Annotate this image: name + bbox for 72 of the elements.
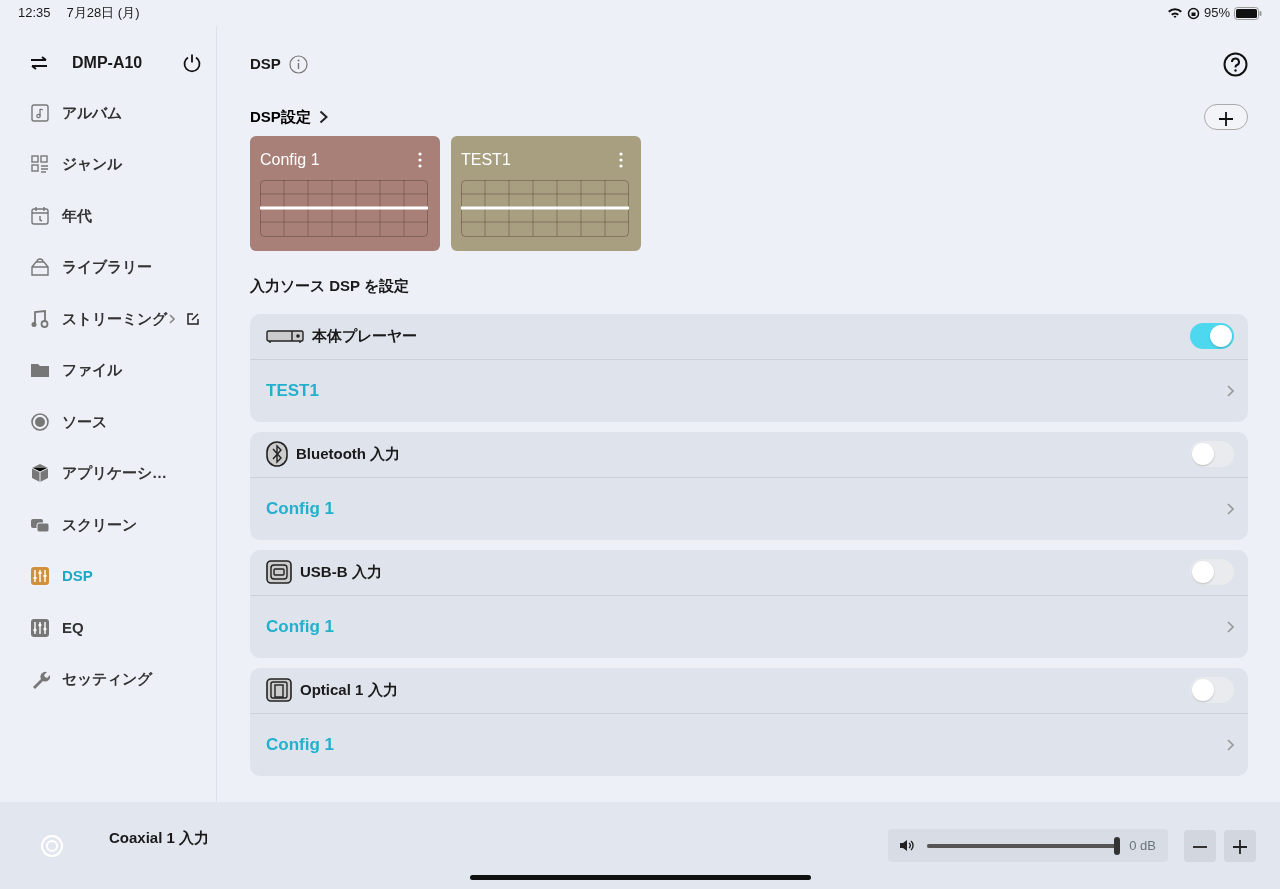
edit-icon[interactable] [186,311,200,326]
add-button[interactable] [1204,104,1248,130]
source-name: Bluetooth 入力 [296,443,401,464]
chevron-right-icon[interactable] [318,110,328,124]
sidebar-item[interactable]: EQ [30,602,200,654]
sidebar-item[interactable]: アプリケーシ… [30,447,200,499]
sidebar-item[interactable]: ジャンル [30,138,200,190]
assigned-config: Config 1 [266,497,334,520]
more-icon[interactable] [619,152,623,168]
volume-up-button[interactable] [1224,829,1256,862]
chevron-right-icon [1227,738,1234,751]
music-note-icon [30,308,50,329]
source-name: USB-B 入力 [300,561,382,582]
sidebar-item[interactable]: ファイル [30,344,200,396]
volume-down-button[interactable] [1184,829,1216,862]
status-time: 12:35 [18,4,51,23]
sidebar-item[interactable]: ストリーミング [30,293,175,345]
assigned-config: TEST1 [266,379,319,402]
bluetooth-icon [266,441,288,467]
now-playing-source: Coaxial 1 入力 [109,828,210,849]
battery-percent: 95% [1203,4,1230,23]
info-icon[interactable] [288,54,308,74]
chevron-right-icon [1227,620,1234,633]
toggle-switch[interactable] [1190,559,1234,585]
wifi-icon [1166,7,1183,19]
dsp-settings-link[interactable]: DSP設定 [250,105,311,129]
bag-icon [30,257,50,278]
chevron-right-icon [1227,502,1234,515]
cube-icon [30,463,50,484]
sliders-icon [30,566,50,587]
sidebar-item[interactable]: ライブラリー [30,241,200,293]
assigned-config: Config 1 [266,615,334,638]
equalizer-icon [30,617,50,638]
toggle-switch[interactable] [1190,323,1234,349]
rotation-lock-icon [1186,6,1200,20]
config-name: TEST1 [461,150,511,170]
page-title: DSP [250,53,281,74]
sidebar-item[interactable]: スクリーン [30,499,200,551]
sidebar-item[interactable]: 年代 [30,190,200,242]
switch-arrows-icon[interactable] [30,56,48,70]
status-date: 7月28日 (月) [66,4,140,23]
source-name: Optical 1 入力 [300,679,398,700]
optical-port-icon [266,678,292,702]
plus-icon [1232,838,1248,855]
volume-thumb[interactable] [1114,836,1121,855]
minus-icon [1192,845,1208,848]
help-icon[interactable] [1223,51,1248,77]
config-name: Config 1 [260,150,320,170]
toggle-switch[interactable] [1190,677,1234,703]
sidebar-item[interactable]: アルバム [30,87,200,139]
section-title: 入力ソース DSP を設定 [250,276,410,296]
chevron-right-icon [169,313,175,324]
grid-list-icon [30,154,50,175]
plus-icon [1218,110,1234,127]
coaxial-icon [40,833,64,858]
radio-circle-icon [30,411,50,432]
battery-icon [1234,6,1262,20]
toggle-switch[interactable] [1190,441,1234,467]
assigned-config: Config 1 [266,733,334,756]
chevron-right-icon [1227,384,1234,397]
source-name: 本体プレーヤー [312,325,417,346]
sidebar-item[interactable]: ソース [30,396,200,448]
usb-port-icon [266,560,292,584]
device-name: DMP-A10 [72,53,143,73]
music-note-square-icon [30,102,50,123]
speaker-icon[interactable] [900,839,915,852]
calendar-icon [30,205,50,226]
more-icon[interactable] [418,152,422,168]
power-icon[interactable] [182,53,202,73]
sidebar-item[interactable]: セッティング [30,653,200,705]
volume-reading: 0 dB [1129,836,1156,855]
player-device-icon [266,328,304,344]
